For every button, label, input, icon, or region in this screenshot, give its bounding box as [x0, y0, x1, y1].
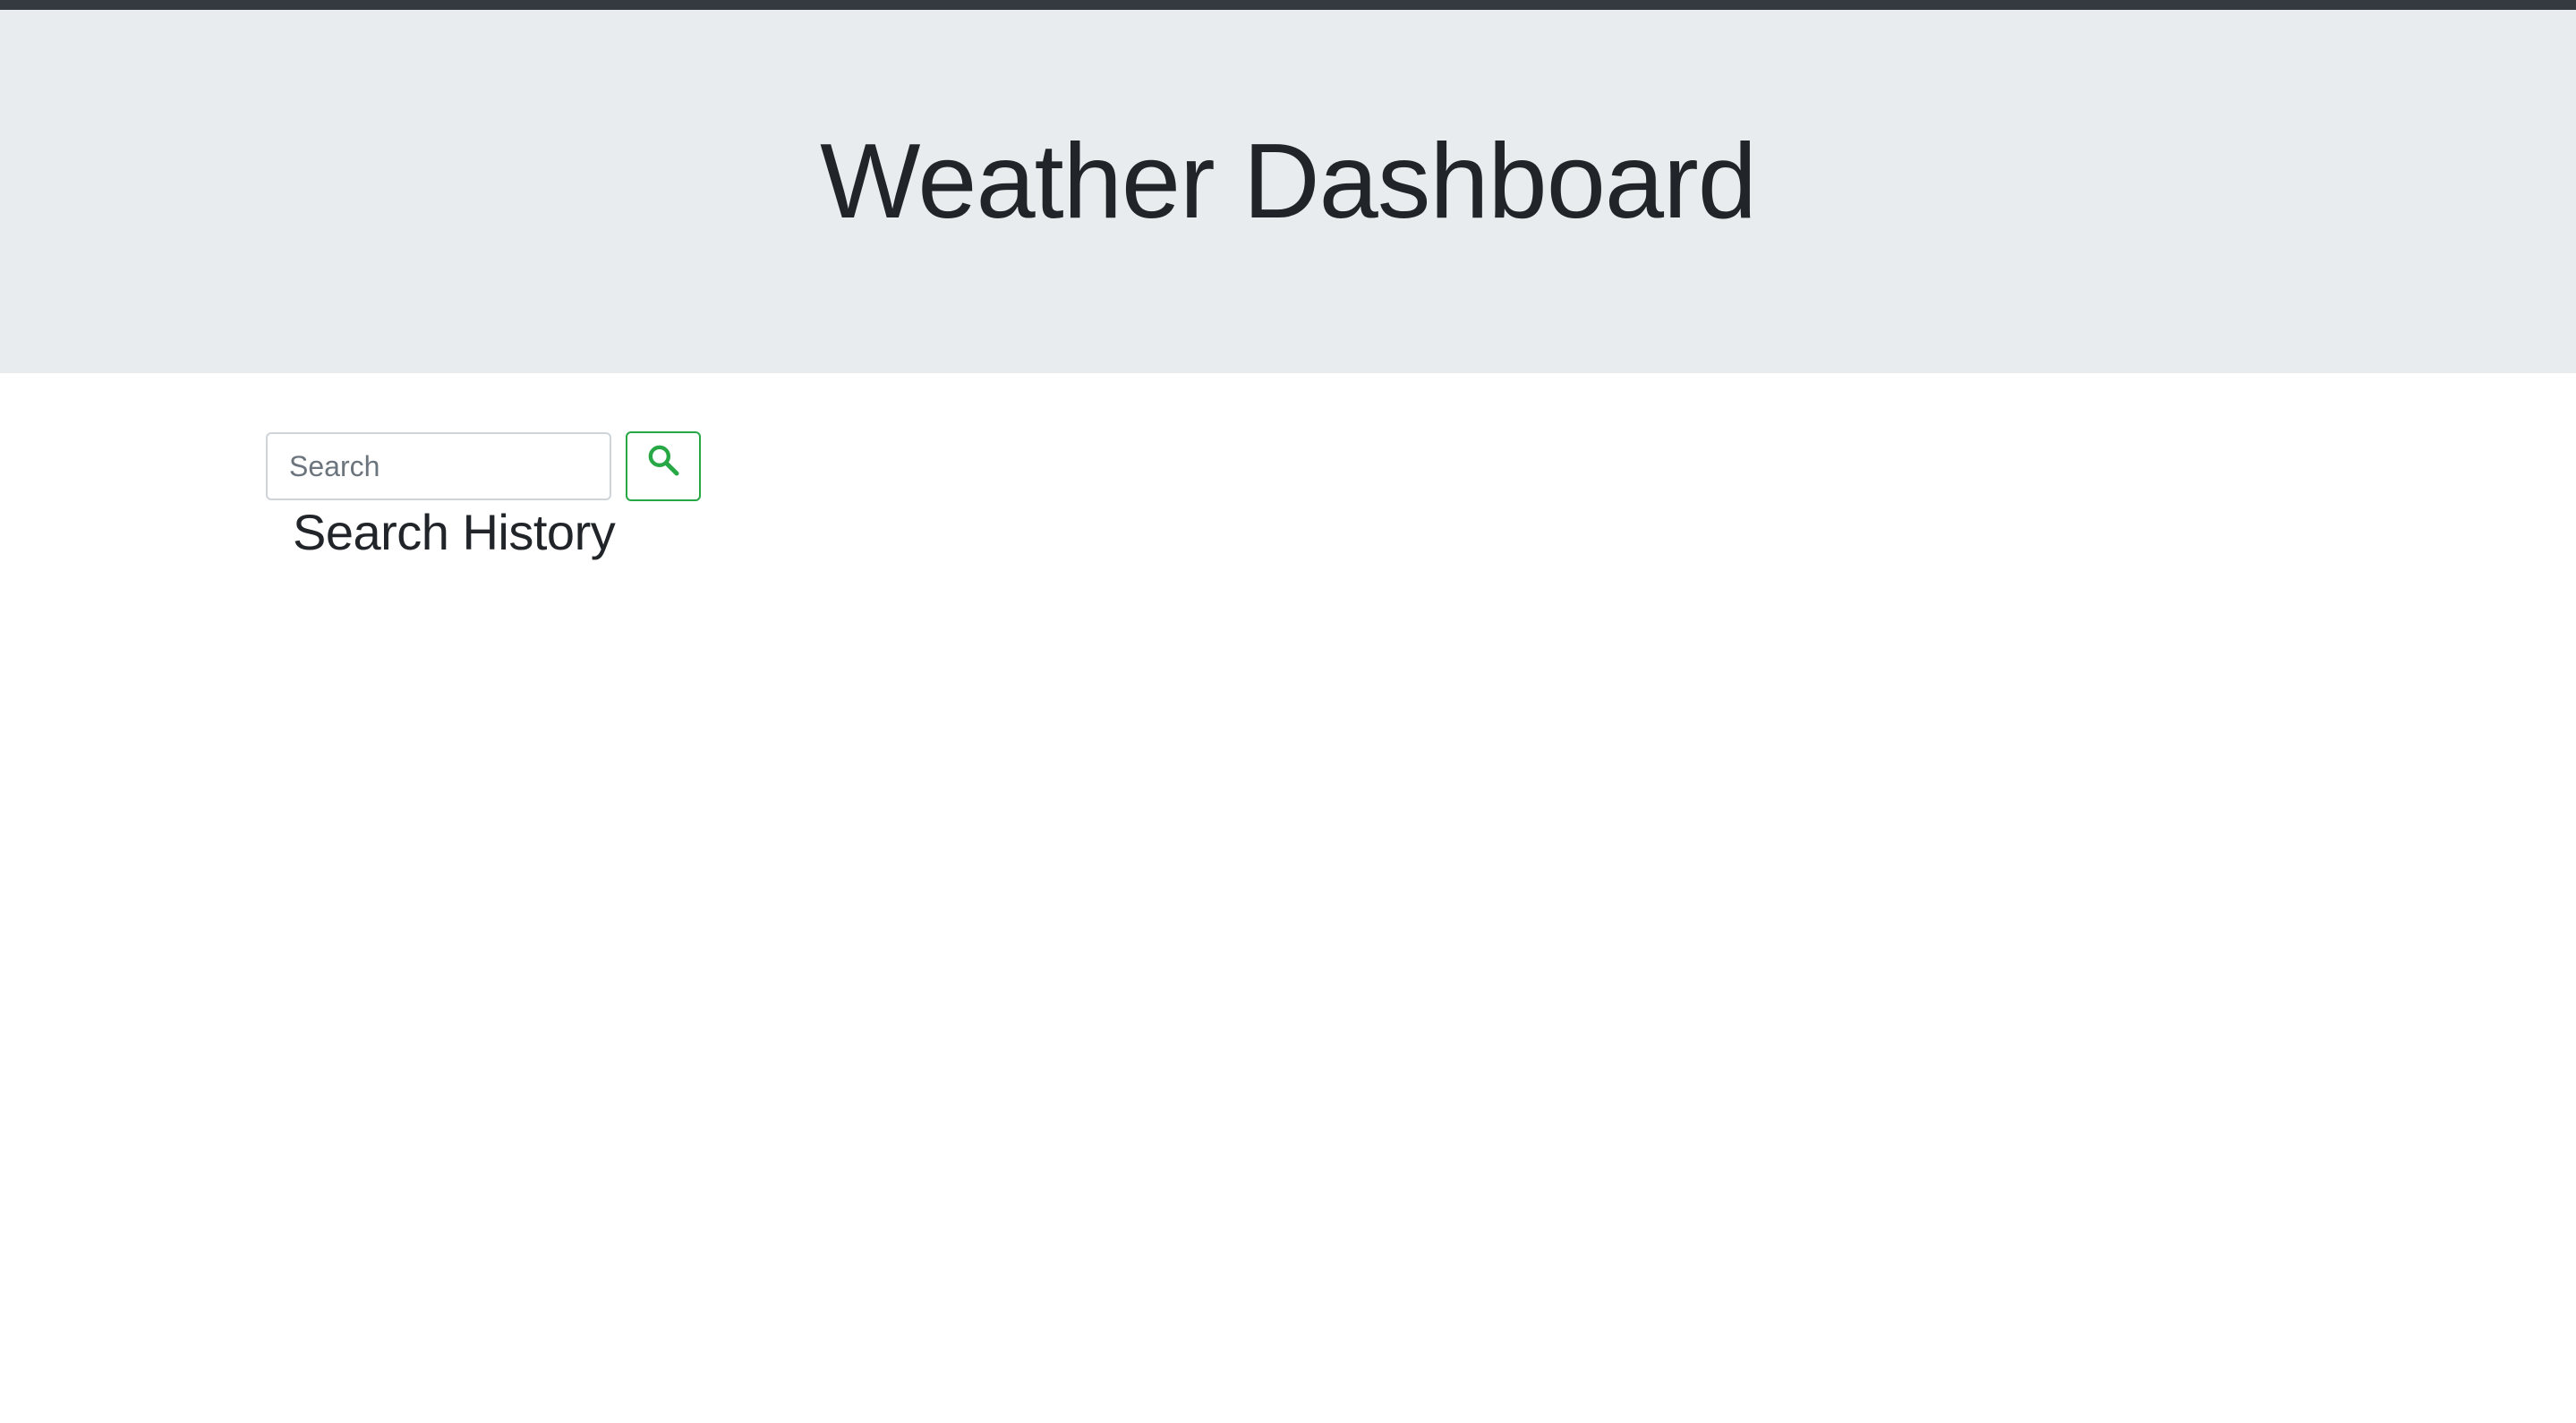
search-input[interactable] [266, 432, 611, 500]
header-banner: Weather Dashboard [0, 10, 2576, 373]
search-history-title: Search History [293, 504, 616, 560]
search-bar [266, 431, 701, 501]
page-title: Weather Dashboard [820, 121, 1757, 241]
search-button[interactable] [626, 431, 701, 501]
top-bar [0, 0, 2576, 10]
search-icon [645, 442, 681, 481]
